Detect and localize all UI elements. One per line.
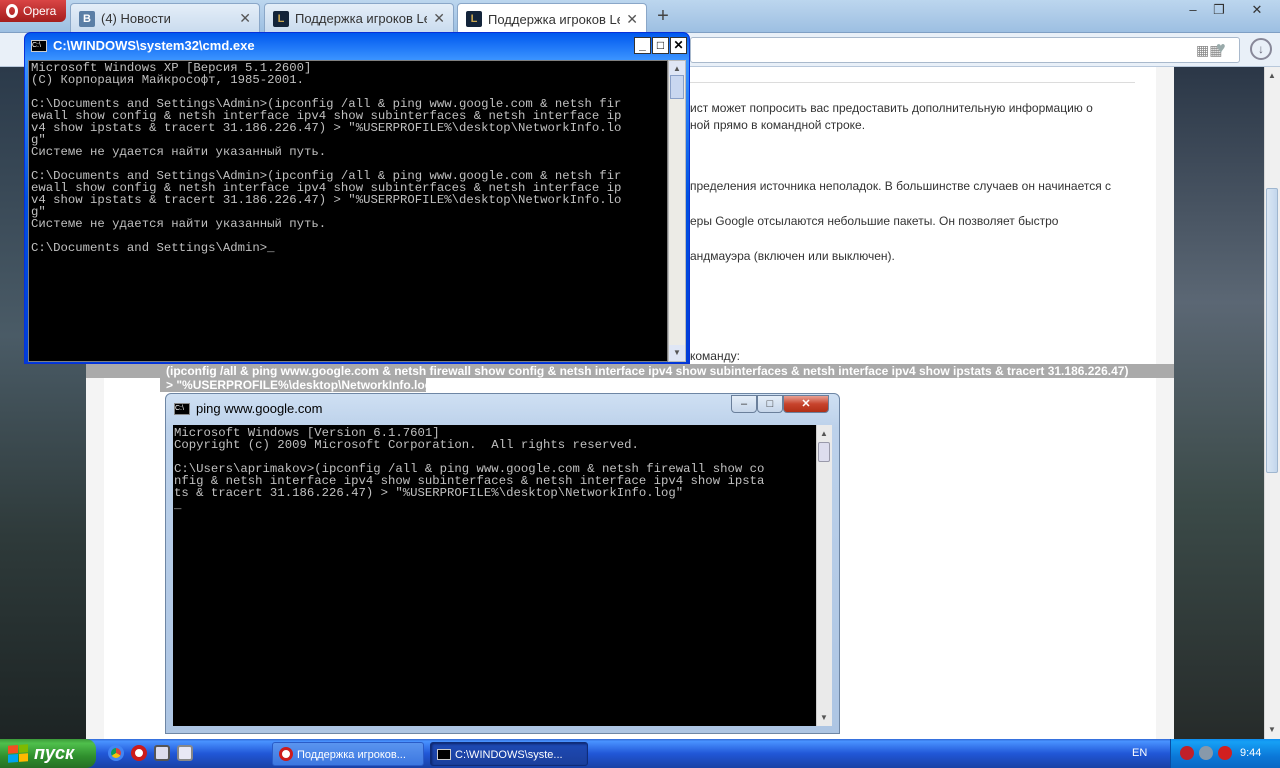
start-label: пуск [34, 743, 75, 763]
article-text: ной прямо в командной строке. [690, 118, 866, 132]
browser-minimize-button[interactable]: – [1180, 1, 1206, 19]
antivirus-icon[interactable] [1180, 746, 1194, 760]
explorer-icon[interactable] [177, 745, 193, 761]
league-favicon-icon: L [466, 11, 482, 27]
xp-cmd-window[interactable]: C:\ C:\WINDOWS\system32\cmd.exe _ □ ✕ Mi… [24, 32, 690, 364]
scroll-down-arrow-icon[interactable]: ▼ [669, 345, 685, 361]
console-scroll-thumb[interactable] [818, 442, 830, 462]
taskbar-button-opera[interactable]: Поддержка игроков... [272, 742, 424, 766]
security-icon[interactable] [1218, 746, 1232, 760]
article-text: пределения источника неполадок. В больши… [690, 179, 1112, 193]
article-text: андмауэра (включен или выключен). [690, 249, 895, 263]
opera-menu-label: Opera [23, 4, 57, 18]
browser-tab-bar: Opera В (4) Новости ✕ L Поддержка игроко… [0, 0, 1280, 34]
heart-icon[interactable]: ♥ [1216, 40, 1226, 58]
tab-close-icon[interactable]: ✕ [626, 11, 638, 28]
console-scroll-thumb[interactable] [670, 75, 684, 99]
cmd-icon: C:\ [31, 40, 47, 52]
taskbar-button-label: C:\WINDOWS\syste... [455, 749, 563, 761]
new-tab-button[interactable]: + [652, 6, 674, 28]
page-scroll-thumb[interactable] [1266, 188, 1278, 473]
scroll-up-arrow-icon[interactable]: ▲ [816, 426, 832, 442]
console-text: Microsoft Windows [Version 6.1.7601] Cop… [174, 426, 765, 512]
taskbar: пуск Поддержка игроков... C:\WINDOWS\sys… [0, 739, 1280, 768]
article-text: ист может попросить вас предоставить доп… [690, 101, 1093, 115]
console-scrollbar[interactable] [816, 425, 832, 726]
minimize-button[interactable]: – [731, 395, 757, 413]
scroll-up-arrow-icon[interactable]: ▲ [1264, 68, 1280, 84]
browser-close-button[interactable]: ✕ [1244, 1, 1270, 19]
win7-cmd-window[interactable]: C:\ ping www.google.com – □ ✕ Microsoft … [165, 393, 840, 734]
scroll-down-arrow-icon[interactable]: ▼ [1264, 722, 1280, 738]
opera-logo-icon [6, 4, 18, 18]
close-button[interactable]: ✕ [783, 395, 829, 413]
chrome-icon[interactable] [108, 745, 124, 761]
network-icon[interactable] [1199, 746, 1213, 760]
command-text: (ipconfig /all & ping www.google.com & n… [166, 364, 1129, 378]
browser-maximize-button[interactable]: ❐ [1206, 1, 1232, 19]
divider [690, 82, 1135, 83]
minimize-button[interactable]: _ [634, 37, 651, 54]
taskbar-button-label: Поддержка игроков... [297, 749, 406, 761]
console-output[interactable]: Microsoft Windows XP [Версия 5.1.2600] (… [28, 60, 668, 362]
opera-icon [279, 747, 293, 761]
tab-title: Поддержка игроков Leag [488, 11, 620, 27]
cmd-icon [437, 749, 451, 760]
console-output[interactable]: Microsoft Windows [Version 6.1.7601] Cop… [173, 425, 816, 726]
media-player-icon[interactable] [154, 745, 170, 761]
tab-news[interactable]: В (4) Новости ✕ [70, 3, 260, 33]
download-icon[interactable]: ↓ [1250, 38, 1272, 60]
console-text: Microsoft Windows XP [Версия 5.1.2600] (… [31, 61, 622, 255]
league-favicon-icon: L [273, 10, 289, 27]
article-text: еры Google отсылаются небольшие пакеты. … [690, 214, 1059, 228]
clock: 9:44 [1240, 747, 1262, 759]
tab-close-icon[interactable]: ✕ [433, 10, 445, 27]
address-field[interactable] [690, 37, 1240, 63]
maximize-button[interactable]: □ [652, 37, 669, 54]
tab-title: (4) Новости [101, 11, 171, 26]
window-title: C:\WINDOWS\system32\cmd.exe [53, 38, 255, 53]
windows-flag-icon [8, 744, 28, 763]
command-text: > "%USERPROFILE%\desktop\NetworkInfo.log… [166, 378, 438, 392]
article-text: команду: [690, 349, 740, 363]
language-indicator[interactable]: EN [1132, 739, 1147, 768]
opera-icon[interactable] [131, 745, 147, 761]
opera-menu-button[interactable]: Opera [0, 0, 66, 22]
tab-title: Поддержка игроков Leag [295, 11, 427, 26]
console-scrollbar[interactable] [668, 60, 686, 362]
vk-favicon-icon: В [79, 10, 95, 27]
tab-support-2-active[interactable]: L Поддержка игроков Leag ✕ [457, 3, 647, 34]
cmd-icon: C:\ [174, 403, 190, 415]
scroll-down-arrow-icon[interactable]: ▼ [816, 710, 832, 726]
tab-close-icon[interactable]: ✕ [239, 10, 251, 27]
start-button[interactable]: пуск [0, 739, 96, 768]
taskbar-button-cmd[interactable]: C:\WINDOWS\syste... [430, 742, 588, 766]
close-button[interactable]: ✕ [670, 37, 687, 54]
window-title: ping www.google.com [196, 401, 323, 416]
tab-support-1[interactable]: L Поддержка игроков Leag ✕ [264, 3, 454, 33]
maximize-button[interactable]: □ [757, 395, 783, 413]
